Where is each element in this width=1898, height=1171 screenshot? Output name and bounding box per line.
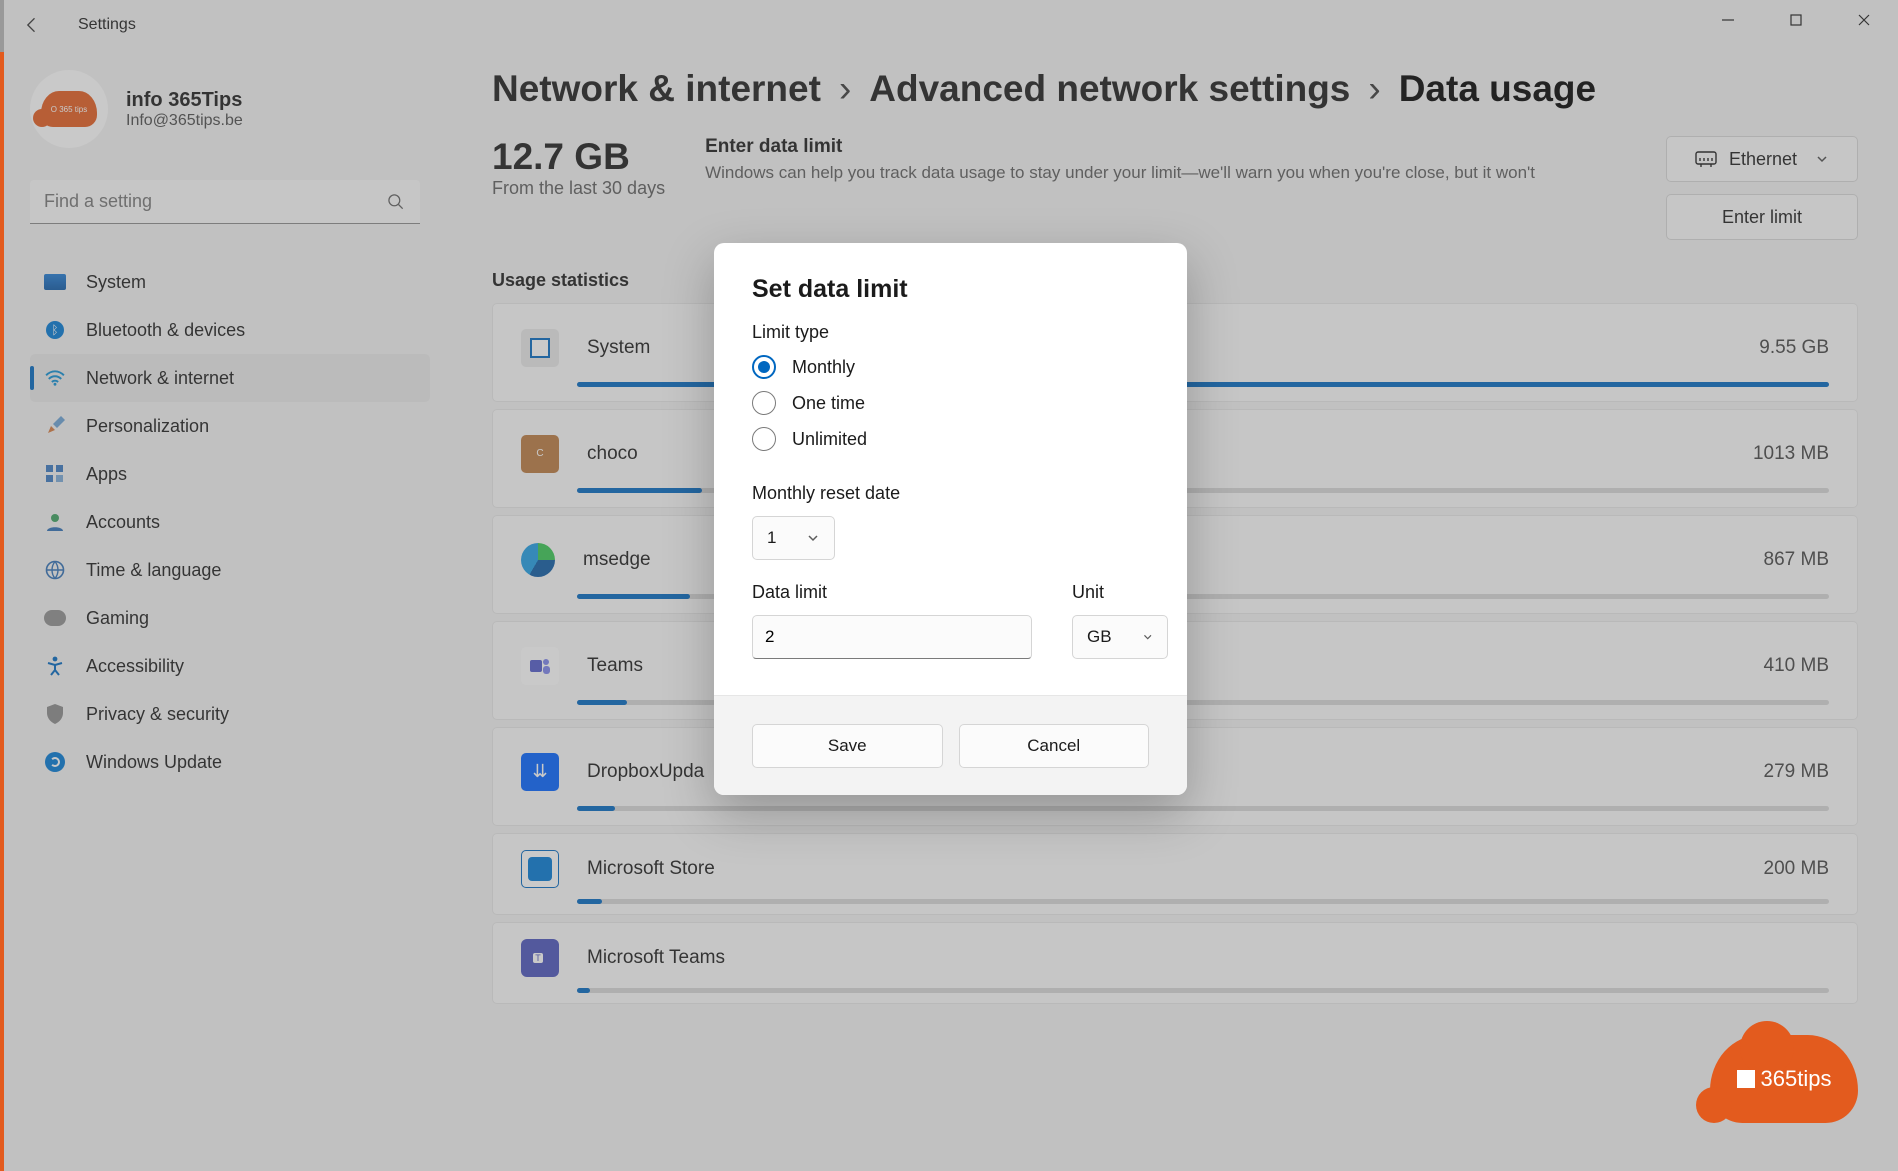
office-square-icon <box>1737 1070 1755 1088</box>
data-limit-label: Data limit <box>752 582 1032 603</box>
unit-label: Unit <box>1072 582 1168 603</box>
reset-date-select[interactable]: 1 <box>752 516 835 560</box>
chevron-down-icon <box>806 531 820 545</box>
limit-type-unlimited[interactable]: Unlimited <box>752 427 1149 451</box>
limit-type-monthly[interactable]: Monthly <box>752 355 1149 379</box>
chevron-down-icon <box>1142 630 1153 644</box>
limit-type-label: Limit type <box>752 322 1149 343</box>
unit-select[interactable]: GB <box>1072 615 1168 659</box>
dialog-title: Set data limit <box>752 275 1149 304</box>
data-limit-input[interactable] <box>752 615 1032 659</box>
radio-checked-icon <box>752 355 776 379</box>
watermark-logo: 365tips <box>1710 1035 1858 1123</box>
reset-date-label: Monthly reset date <box>752 483 1149 504</box>
save-button[interactable]: Save <box>752 724 943 768</box>
limit-type-onetime[interactable]: One time <box>752 391 1149 415</box>
cancel-button[interactable]: Cancel <box>959 724 1150 768</box>
radio-unchecked-icon <box>752 427 776 451</box>
radio-unchecked-icon <box>752 391 776 415</box>
set-data-limit-dialog: Set data limit Limit type Monthly One ti… <box>714 243 1187 795</box>
settings-window: Settings O 365 tips info 365Tips Info@36… <box>4 0 1898 1171</box>
